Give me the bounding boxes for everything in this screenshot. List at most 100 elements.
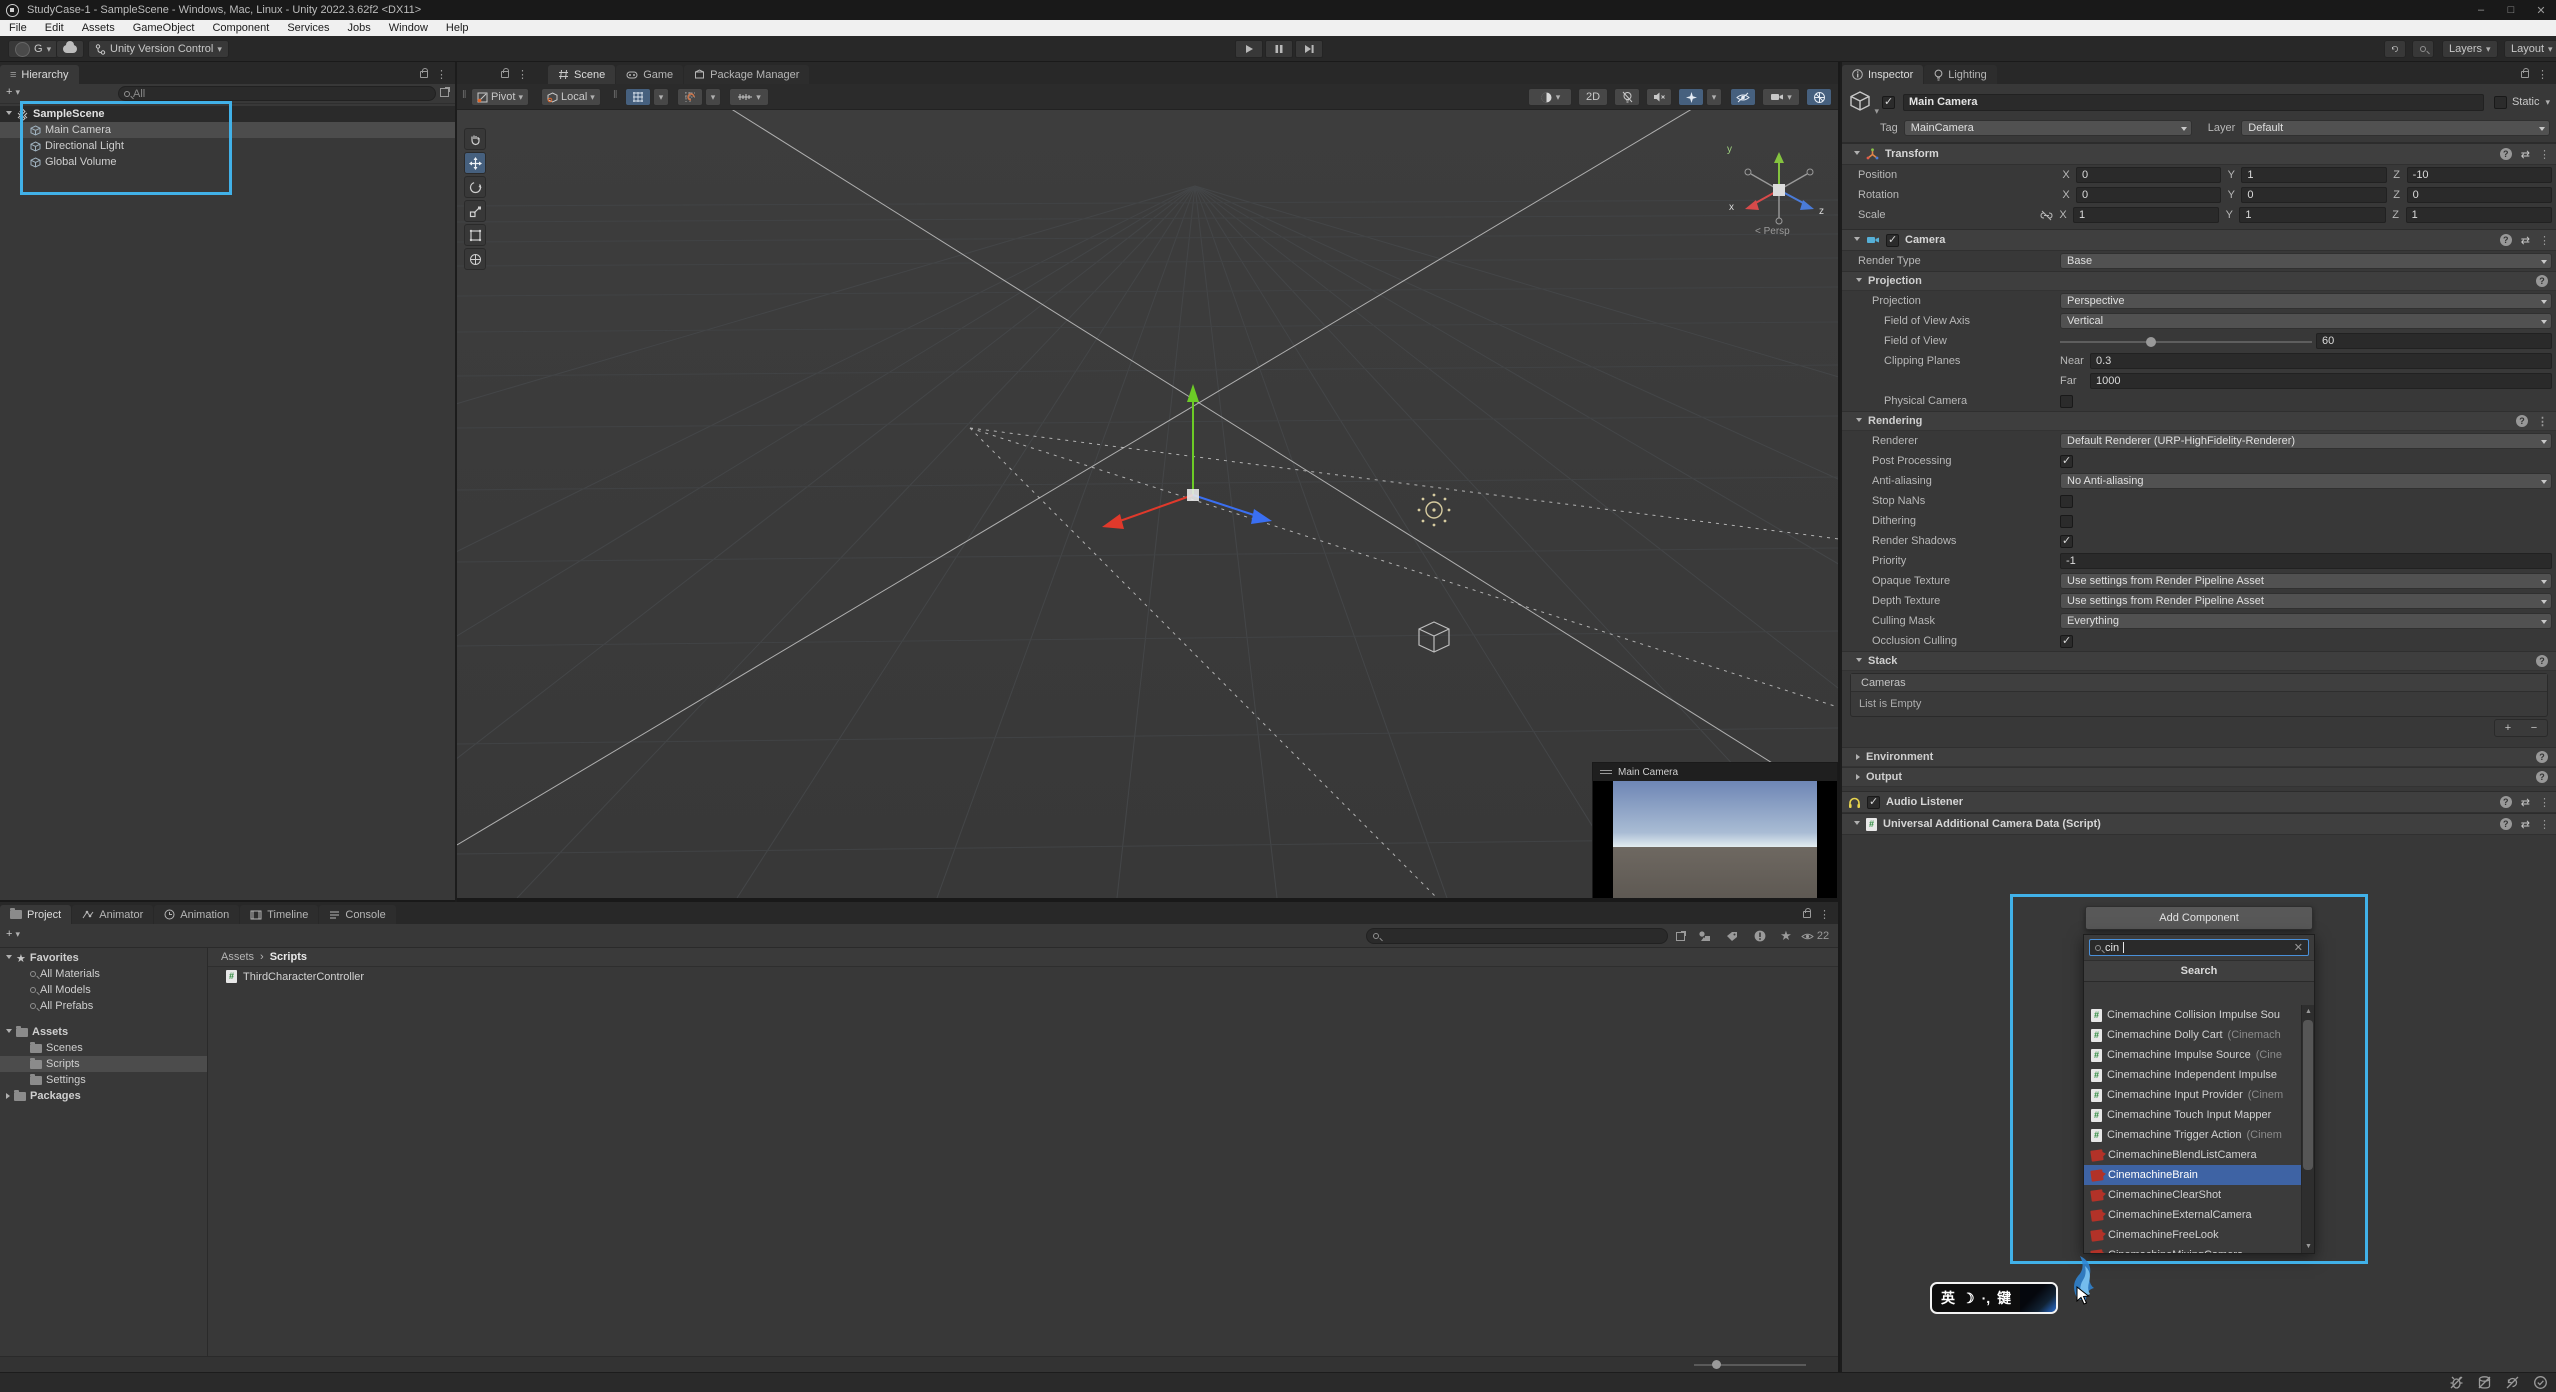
component-result-item[interactable]: # Cinemachine Touch Input Mapper [2084,1105,2301,1125]
audio-listener-enabled-checkbox[interactable]: ✓ [1867,796,1880,809]
gameobject-icon[interactable]: ▾ [1848,89,1874,115]
help-icon[interactable]: ? [2536,751,2548,763]
help-icon[interactable]: ? [2500,818,2512,830]
pivot-toggle-button[interactable]: Pivot▾ [471,88,529,106]
position-x-field[interactable]: 0 [2076,167,2221,183]
post-processing-checkbox[interactable]: ✓ [2060,455,2073,468]
clear-search-icon[interactable]: ✕ [2294,941,2303,954]
project-folder[interactable]: Scripts [0,1056,207,1072]
effects-options-dropdown[interactable]: ▾ [1706,88,1722,106]
priority-field[interactable]: -1 [2060,553,2552,569]
add-component-button[interactable]: Add Component [2085,906,2313,930]
scene-camera-dropdown[interactable]: ▾ [1762,88,1800,106]
panel-menu-icon[interactable]: ⋮ [2537,68,2548,81]
culling-mask-dropdown[interactable]: Everything [2060,613,2552,629]
help-icon[interactable]: ? [2536,275,2548,287]
presets-icon[interactable]: ⇄ [2521,148,2530,161]
fov-axis-dropdown[interactable]: Vertical [2060,313,2552,329]
occlusion-culling-checkbox[interactable]: ✓ [2060,635,2073,648]
environment-foldout[interactable]: Environment ? [1842,747,2556,767]
view-tool-button[interactable] [464,128,486,150]
foldout-open-icon[interactable] [6,111,12,118]
move-tool-button[interactable] [464,152,486,174]
help-icon[interactable]: ? [2536,655,2548,667]
near-clip-field[interactable]: 0.3 [2090,353,2552,369]
fov-slider[interactable] [2060,333,2312,349]
component-result-item[interactable]: # Cinemachine Dolly Cart (Cinemach [2084,1025,2301,1045]
layer-dropdown[interactable]: Default [2241,120,2550,136]
stack-remove-button[interactable]: − [2521,720,2547,736]
hierarchy-item[interactable]: Global Volume [0,154,455,170]
grid-options-dropdown[interactable]: ▾ [653,88,669,106]
menu-item[interactable]: Window [380,20,437,36]
camera-enabled-checkbox[interactable]: ✓ [1886,234,1899,247]
stack-foldout[interactable]: Stack ? [1842,651,2556,671]
menu-item[interactable]: File [0,20,36,36]
scale-link-icon[interactable] [2040,210,2053,221]
renderer-dropdown[interactable]: Default Renderer (URP-HighFidelity-Rende… [2060,433,2552,449]
depth-texture-dropdown[interactable]: Use settings from Render Pipeline Asset [2060,593,2552,609]
position-z-field[interactable]: -10 [2407,167,2552,183]
scale-y-field[interactable]: 1 [2239,207,2385,223]
favorites-root[interactable]: ★ Favorites [0,950,207,966]
menu-item[interactable]: Jobs [339,20,380,36]
scrollbar-thumb[interactable] [2303,1020,2313,1170]
hierarchy-search-input[interactable]: All [118,86,436,101]
slider-knob[interactable] [1712,1360,1721,1369]
scroll-up-icon[interactable]: ▲ [2302,1005,2315,1018]
menu-item[interactable]: Assets [73,20,124,36]
panel-menu-icon[interactable]: ⋮ [436,68,447,81]
tab-animation[interactable]: Animation [154,905,239,924]
axis-z-label[interactable]: z [1819,206,1824,217]
breadcrumb-current[interactable]: Scripts [270,951,307,963]
favorites-item[interactable]: All Models [0,982,207,998]
visibility-count[interactable]: 22 [1798,928,1832,944]
open-search-window-icon[interactable] [1676,932,1685,941]
lock-icon[interactable] [420,71,428,78]
component-result-item[interactable]: # CinemachineBrain [2084,1165,2301,1185]
snap-options-dropdown[interactable]: ▾ [705,88,721,106]
rotation-x-field[interactable]: 0 [2076,187,2221,203]
scale-x-field[interactable]: 1 [2073,207,2219,223]
opaque-texture-dropdown[interactable]: Use settings from Render Pipeline Asset [2060,573,2552,589]
static-checkbox[interactable]: ✓ [2494,96,2507,109]
transform-header[interactable]: Transform ? ⇄ ⋮ [1842,143,2556,165]
component-result-item[interactable]: # Cinemachine Independent Impulse [2084,1065,2301,1085]
far-clip-field[interactable]: 1000 [2090,373,2552,389]
scale-tool-button[interactable] [464,200,486,222]
scale-z-field[interactable]: 1 [2406,207,2552,223]
2d-toggle-button[interactable]: 2D [1578,88,1608,106]
layers-dropdown[interactable]: Layers ▾ [2442,40,2498,58]
minimize-button[interactable]: – [2466,0,2496,20]
anti-aliasing-dropdown[interactable]: No Anti-aliasing [2060,473,2552,489]
stop-nans-checkbox[interactable]: ✓ [2060,495,2073,508]
create-menu-button[interactable]: + ▾ [6,86,20,98]
toolbar-grip[interactable]: ‖ [462,89,467,101]
breadcrumb-root[interactable]: Assets [221,951,254,963]
help-icon[interactable]: ? [2500,234,2512,246]
cache-server-disabled-icon[interactable] [2477,1375,2492,1390]
packages-root[interactable]: Packages [0,1088,207,1104]
uacd-header[interactable]: # Universal Additional Camera Data (Scri… [1842,813,2556,835]
importance-filter-button[interactable] [1748,928,1772,944]
help-icon[interactable]: ? [2500,148,2512,160]
project-search-input[interactable] [1366,928,1668,944]
slider-knob[interactable] [2146,337,2156,347]
presets-icon[interactable]: ⇄ [2521,818,2530,831]
tab-project[interactable]: Project [0,905,71,924]
menu-item[interactable]: GameObject [124,20,204,36]
hierarchy-item[interactable]: Directional Light [0,138,455,154]
perspective-mode-label[interactable]: < Persp [1755,226,1790,237]
audio-listener-header[interactable]: ✓ Audio Listener ? ⇄ ⋮ [1842,791,2556,813]
version-control-button[interactable]: Unity Version Control ▾ [88,40,229,58]
ime-moon-icon[interactable]: ☽ [1962,1290,1975,1307]
hidden-objects-toggle-button[interactable] [1730,88,1756,106]
section-menu-icon[interactable]: ⋮ [2537,415,2548,428]
render-mode-dropdown[interactable]: ▾ [1528,88,1572,106]
lock-icon[interactable] [2521,71,2529,78]
popup-scrollbar[interactable]: ▲ ▼ [2301,1005,2314,1253]
component-menu-icon[interactable]: ⋮ [2539,234,2550,247]
fov-value-field[interactable]: 60 [2316,333,2552,349]
thumbnail-zoom-slider[interactable] [1694,1364,1806,1366]
component-result-item[interactable]: # Cinemachine Trigger Action (Cinem [2084,1125,2301,1145]
